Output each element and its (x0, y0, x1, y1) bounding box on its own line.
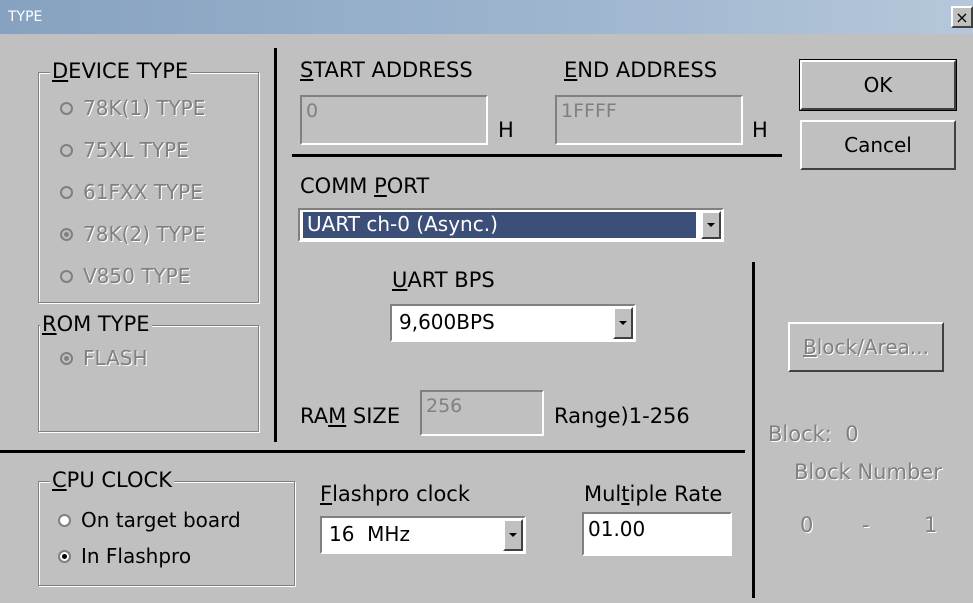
radio-icon (60, 143, 73, 157)
rom-type-group (38, 325, 260, 433)
start-address-label: START ADDRESS (300, 58, 473, 82)
chevron-down-icon[interactable] (613, 307, 633, 339)
block-number-label: Block Number (794, 460, 942, 484)
ok-button[interactable]: OK (799, 59, 957, 111)
cancel-button[interactable]: Cancel (800, 120, 956, 170)
device-type-option-75xl[interactable]: 75XL TYPE (60, 138, 189, 162)
radio-icon (60, 185, 73, 199)
comm-port-label: COMM PORT (300, 174, 430, 198)
chevron-down-icon[interactable] (503, 519, 523, 551)
device-type-option-78k2[interactable]: 78K(2) TYPE (60, 222, 205, 246)
uart-bps-label: UART BPS (392, 268, 495, 292)
chevron-down-icon[interactable] (701, 211, 721, 239)
uart-bps-dropdown[interactable]: 9,600BPS (390, 304, 636, 342)
block-range-to: 1 (924, 513, 938, 537)
cpu-clock-label: CPU CLOCK (50, 468, 174, 492)
ram-size-input[interactable]: 256 (420, 390, 544, 436)
device-type-option-78k1[interactable]: 78K(1) TYPE (60, 96, 205, 120)
ram-size-label: RAM SIZE (300, 404, 401, 428)
multiple-rate-label: Multiple Rate (584, 482, 723, 506)
radio-selected-icon (60, 227, 73, 241)
block-range-dash: - (862, 513, 870, 537)
close-icon[interactable]: × (951, 6, 973, 28)
radio-selected-icon (58, 549, 71, 563)
end-address-input[interactable]: 1FFFF (555, 95, 743, 145)
device-type-label: DEVICE TYPE (50, 59, 191, 83)
flashpro-clock-dropdown[interactable]: 16 MHz (320, 516, 526, 554)
uart-bps-value: 9,600BPS (399, 310, 495, 334)
radio-selected-icon (60, 351, 73, 365)
radio-icon (60, 269, 73, 283)
ram-size-range: Range)1-256 (554, 404, 690, 428)
cpu-clock-option-in-flashpro[interactable]: In Flashpro (58, 544, 191, 568)
end-address-suffix: H (752, 118, 768, 142)
start-address-suffix: H (498, 118, 514, 142)
cpu-clock-option-on-target-board[interactable]: On target board (58, 508, 241, 532)
device-type-option-v850[interactable]: V850 TYPE (60, 264, 190, 288)
rom-type-option-flash[interactable]: FLASH (60, 346, 148, 370)
divider-top (292, 154, 782, 157)
window-title: TYPE (8, 9, 43, 25)
block-label: Block: 0 (768, 422, 859, 446)
flashpro-clock-value: 16 MHz (329, 522, 410, 546)
comm-port-value: UART ch-0 (Async.) (303, 212, 696, 238)
block-area-button[interactable]: Block/Area... (788, 322, 944, 372)
flashpro-clock-label: Flashpro clock (320, 482, 471, 506)
start-address-input[interactable]: 0 (300, 95, 488, 145)
cpu-clock-group (38, 481, 296, 587)
device-type-option-61fxx[interactable]: 61FXX TYPE (60, 180, 203, 204)
divider-bottom (0, 450, 745, 453)
multiple-rate-input[interactable]: 01.00 (582, 512, 732, 556)
divider-left (274, 48, 277, 442)
radio-icon (60, 101, 73, 115)
divider-right (752, 262, 755, 598)
end-address-label: END ADDRESS (564, 58, 718, 82)
radio-icon (58, 513, 71, 527)
comm-port-dropdown[interactable]: UART ch-0 (Async.) (298, 208, 724, 242)
title-bar: TYPE × (0, 0, 973, 34)
block-value: 0 (845, 422, 859, 446)
block-range-from: 0 (800, 513, 814, 537)
rom-type-label: ROM TYPE (40, 312, 152, 336)
